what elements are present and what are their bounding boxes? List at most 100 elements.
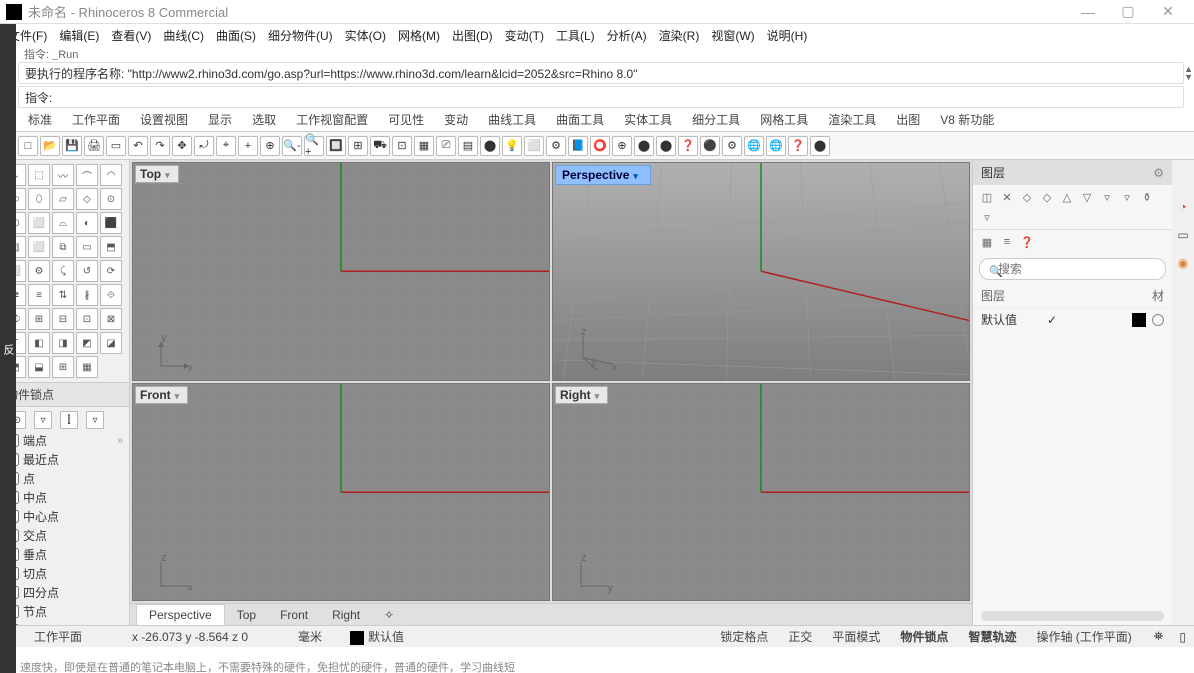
- toolbar-icon-5[interactable]: ↶: [128, 136, 148, 156]
- workspace-tab-11[interactable]: 细分工具: [682, 108, 750, 131]
- menu-item-2[interactable]: 查看(V): [105, 25, 157, 46]
- left-tool-42[interactable]: ⊞: [52, 356, 74, 378]
- layers-tool-icon-0[interactable]: ◫: [979, 189, 995, 205]
- status-toggle-3[interactable]: 物件锁点: [890, 628, 958, 645]
- workspace-tab-4[interactable]: 选取: [242, 108, 286, 131]
- toolbar-icon-6[interactable]: ↷: [150, 136, 170, 156]
- workspace-tab-15[interactable]: V8 新功能: [930, 108, 1004, 131]
- left-tool-29[interactable]: ⟐: [100, 284, 122, 306]
- left-tool-22[interactable]: ⤹: [52, 260, 74, 282]
- menu-item-13[interactable]: 视窗(W): [705, 25, 760, 46]
- toolbar-icon-24[interactable]: ⚙: [546, 136, 566, 156]
- status-end-icon2[interactable]: ▯: [1179, 630, 1186, 644]
- viewport-tab-front[interactable]: Front: [268, 605, 320, 625]
- toolbar-icon-9[interactable]: ⌖: [216, 136, 236, 156]
- toolbar-icon-15[interactable]: ⊞: [348, 136, 368, 156]
- toolbar-icon-19[interactable]: ⎚: [436, 136, 456, 156]
- layers-search-input[interactable]: [979, 258, 1166, 280]
- toolbar-icon-0[interactable]: □: [18, 136, 38, 156]
- menu-item-14[interactable]: 说明(H): [761, 25, 814, 46]
- strip-icon-2[interactable]: ▭: [1177, 228, 1188, 242]
- status-toggle-0[interactable]: 锁定格点: [710, 628, 778, 645]
- status-end-icon1[interactable]: ⛯: [1154, 629, 1164, 644]
- osnap-item-7[interactable]: 切点: [4, 564, 125, 583]
- workspace-tab-10[interactable]: 实体工具: [614, 108, 682, 131]
- toolbar-icon-26[interactable]: ⭕: [590, 136, 610, 156]
- toolbar-icon-16[interactable]: ⛟: [370, 136, 390, 156]
- left-tool-37[interactable]: ◨: [52, 332, 74, 354]
- toolbar-icon-11[interactable]: ⊕: [260, 136, 280, 156]
- status-toggle-1[interactable]: 正交: [778, 628, 822, 645]
- toolbar-icon-8[interactable]: ⤾: [194, 136, 214, 156]
- viewport-front-label[interactable]: Front▾: [135, 386, 188, 404]
- menu-item-6[interactable]: 实体(O): [339, 25, 392, 46]
- osnap-item-3[interactable]: 中点: [4, 488, 125, 507]
- toolbar-icon-12[interactable]: 🔍-: [282, 136, 302, 156]
- toolbar-icon-1[interactable]: 📂: [40, 136, 60, 156]
- menu-item-1[interactable]: 编辑(E): [53, 25, 105, 46]
- left-tool-34[interactable]: ⊠: [100, 308, 122, 330]
- viewport-right[interactable]: Right▾ z y: [552, 383, 970, 602]
- status-cplane[interactable]: 工作平面: [24, 628, 92, 645]
- layers-tool2-icon-0[interactable]: ▦: [979, 234, 995, 250]
- maximize-button[interactable]: ▢: [1108, 3, 1148, 20]
- viewport-top-label[interactable]: Top▾: [135, 165, 179, 183]
- cmdlog-scroll-icons[interactable]: ▲▼: [1184, 65, 1193, 81]
- layers-tool-icon-1[interactable]: ✕: [999, 189, 1015, 205]
- toolbar-icon-32[interactable]: ⚙: [722, 136, 742, 156]
- status-toggle-4[interactable]: 智慧轨迹: [958, 628, 1026, 645]
- left-tool-19[interactable]: ⬒: [100, 236, 122, 258]
- minimize-button[interactable]: —: [1068, 4, 1108, 20]
- layer-material-circle[interactable]: [1152, 314, 1164, 326]
- left-tool-8[interactable]: ◇: [76, 188, 98, 210]
- left-tool-28[interactable]: ∦: [76, 284, 98, 306]
- osnap-item-9[interactable]: 节点: [4, 602, 125, 621]
- gear-icon[interactable]: ⚙: [1153, 166, 1164, 180]
- menu-item-3[interactable]: 曲线(C): [157, 25, 210, 46]
- left-tool-32[interactable]: ⊟: [52, 308, 74, 330]
- menu-item-10[interactable]: 工具(L): [550, 25, 601, 46]
- left-tool-9[interactable]: ⊙: [100, 188, 122, 210]
- left-tool-16[interactable]: ⬜: [28, 236, 50, 258]
- left-tool-23[interactable]: ↺: [76, 260, 98, 282]
- layers-tool-icon-5[interactable]: ▽: [1079, 189, 1095, 205]
- left-tool-41[interactable]: ⬓: [28, 356, 50, 378]
- toolbar-icon-4[interactable]: ▭: [106, 136, 126, 156]
- workspace-tab-3[interactable]: 显示: [198, 108, 242, 131]
- toolbar-icon-21[interactable]: ⬤: [480, 136, 500, 156]
- workspace-tab-9[interactable]: 曲面工具: [546, 108, 614, 131]
- viewport-tab-top[interactable]: Top: [225, 605, 268, 625]
- workspace-tab-5[interactable]: 工作视窗配置: [286, 108, 378, 131]
- toolbar-icon-2[interactable]: 💾: [62, 136, 82, 156]
- left-tool-36[interactable]: ◧: [28, 332, 50, 354]
- workspace-tab-12[interactable]: 网格工具: [750, 108, 818, 131]
- layers-tool-icon-4[interactable]: △: [1059, 189, 1075, 205]
- viewport-top[interactable]: Top▾ y x: [132, 162, 550, 381]
- viewport-perspective[interactable]: Perspective▾ z y x: [552, 162, 970, 381]
- toolbar-icon-31[interactable]: ⚫: [700, 136, 720, 156]
- menu-item-5[interactable]: 细分物件(U): [262, 25, 339, 46]
- status-unit[interactable]: 毫米: [288, 628, 332, 645]
- left-tool-11[interactable]: ⬜: [28, 212, 50, 234]
- osnap-item-0[interactable]: 端点»: [4, 431, 125, 450]
- osnap-item-8[interactable]: 四分点: [4, 583, 125, 602]
- layers-tool-icon-8[interactable]: ⚱: [1139, 189, 1155, 205]
- toolbar-icon-34[interactable]: 🌐: [766, 136, 786, 156]
- toolbar-icon-7[interactable]: ✥: [172, 136, 192, 156]
- osnap-opt-3[interactable]: ▿: [86, 411, 104, 429]
- workspace-tab-14[interactable]: 出图: [886, 108, 930, 131]
- toolbar-icon-35[interactable]: ❓: [788, 136, 808, 156]
- viewport-right-label[interactable]: Right▾: [555, 386, 608, 404]
- menu-item-7[interactable]: 网格(M): [392, 25, 446, 46]
- osnap-item-4[interactable]: 中心点: [4, 507, 125, 526]
- osnap-opt-1[interactable]: ▿: [34, 411, 52, 429]
- left-tool-13[interactable]: ◐: [76, 212, 98, 234]
- toolbar-icon-14[interactable]: 🔲: [326, 136, 346, 156]
- osnap-item-2[interactable]: 点: [4, 469, 125, 488]
- left-tool-39[interactable]: ◪: [100, 332, 122, 354]
- osnap-opt-2[interactable]: ⫿: [60, 411, 78, 429]
- workspace-tab-13[interactable]: 渲染工具: [818, 108, 886, 131]
- layer-color-swatch[interactable]: [1132, 313, 1146, 327]
- status-toggle-2[interactable]: 平面模式: [822, 628, 890, 645]
- osnap-item-10[interactable]: 顶点: [4, 621, 125, 625]
